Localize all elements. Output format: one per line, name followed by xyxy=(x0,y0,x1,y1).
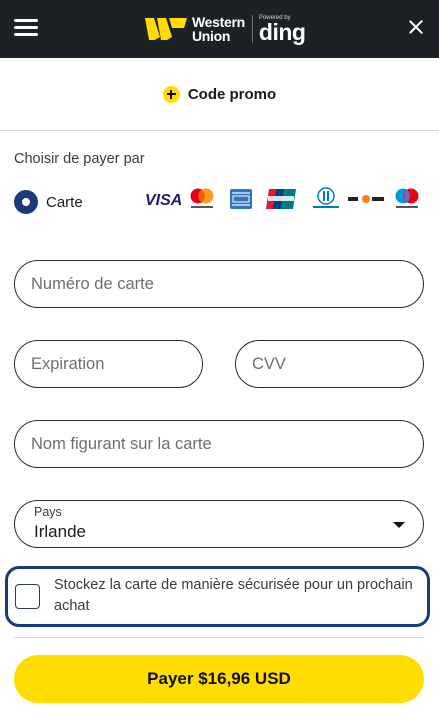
top-bar: Western Union Powered by ding xyxy=(0,0,439,58)
expiration-field[interactable] xyxy=(14,340,203,388)
country-select[interactable]: Pays Irlande xyxy=(14,500,424,548)
country-value: Irlande xyxy=(34,522,86,541)
payment-method-card-label: Carte xyxy=(46,193,83,211)
western-union-mark-icon xyxy=(145,18,187,40)
diners-club-logo xyxy=(312,187,340,211)
ding-wordmark: ding xyxy=(258,19,306,45)
cvv-field[interactable] xyxy=(235,340,424,388)
payment-method-heading: Choisir de payer par xyxy=(14,151,145,167)
brand-line-1: Western xyxy=(192,14,245,30)
store-card-label: Stockez la carte de manière sécurisée po… xyxy=(54,577,413,614)
close-icon[interactable] xyxy=(405,17,427,39)
amex-logo xyxy=(230,187,252,211)
card-brand-logos: VISA xyxy=(144,187,422,211)
plus-icon xyxy=(162,85,180,103)
logo-divider xyxy=(251,15,253,43)
expiration-input[interactable] xyxy=(31,341,190,387)
card-number-input[interactable] xyxy=(31,261,411,307)
store-card-checkbox[interactable] xyxy=(15,584,40,609)
svg-text:VISA: VISA xyxy=(145,192,182,209)
divider xyxy=(14,637,424,638)
chevron-down-icon xyxy=(393,522,405,528)
maestro-logo xyxy=(392,187,422,211)
cvv-input[interactable] xyxy=(252,341,411,387)
promo-code-label: Code promo xyxy=(187,85,277,103)
brand-logo: Western Union Powered by ding xyxy=(145,12,306,46)
radio-selected-icon[interactable] xyxy=(14,190,38,214)
mastercard-logo xyxy=(188,187,216,211)
western-union-wordmark: Western Union xyxy=(192,15,245,43)
country-caption: Pays xyxy=(34,505,62,519)
menu-icon[interactable] xyxy=(14,17,39,37)
card-number-field[interactable] xyxy=(14,260,424,308)
ding-logo: Powered by ding xyxy=(258,15,306,45)
cardholder-name-field[interactable] xyxy=(14,420,424,468)
discover-logo xyxy=(346,187,386,211)
visa-logo: VISA xyxy=(144,187,182,211)
brand-line-2: Union xyxy=(192,28,231,44)
store-card-option[interactable]: Stockez la carte de manière sécurisée po… xyxy=(5,566,430,627)
pay-button[interactable]: Payer $16,96 USD xyxy=(14,655,424,703)
promo-code-button[interactable]: Code promo xyxy=(0,58,439,131)
payment-method-card-option[interactable]: Carte xyxy=(14,190,83,214)
cardholder-name-input[interactable] xyxy=(31,421,411,467)
unionpay-logo xyxy=(266,187,296,211)
